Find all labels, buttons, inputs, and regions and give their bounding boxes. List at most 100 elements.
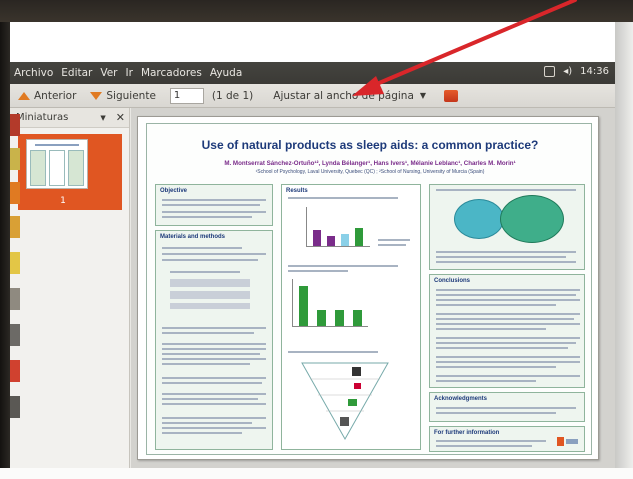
text-line: [162, 427, 266, 429]
clock[interactable]: 14:36: [580, 66, 609, 77]
launcher-icon[interactable]: [10, 288, 20, 310]
text-line: [162, 393, 266, 395]
conclusions-heading: Conclusions: [434, 278, 471, 284]
menu-editar[interactable]: Editar: [61, 67, 92, 79]
text-line: [288, 270, 348, 272]
previous-page-button[interactable]: Anterior: [18, 90, 76, 102]
text-line: [436, 328, 546, 330]
further-info-heading: For further information: [434, 430, 500, 436]
next-label: Siguiente: [106, 89, 156, 102]
sidebar-title[interactable]: Miniaturas: [16, 112, 68, 123]
text-line: [162, 348, 266, 350]
photo-bezel-left: [0, 22, 10, 470]
document-viewport[interactable]: Use of natural products as sleep aids: a…: [131, 108, 615, 468]
chart-bar: [335, 310, 344, 326]
chart-bar: [313, 230, 321, 246]
text-line: [436, 375, 580, 377]
photo-bezel-right: [615, 22, 633, 470]
screen: Archivo Editar Ver Ir Marcadores Ayuda ◂…: [10, 62, 615, 468]
chart-bar: [341, 234, 349, 246]
further-info-box: For further information: [429, 426, 585, 452]
figure-box: [429, 184, 585, 270]
bookmark-icon[interactable]: [444, 89, 459, 102]
launcher-icon[interactable]: [10, 252, 20, 274]
text-line: [288, 265, 398, 267]
thumbnail-preview: [26, 139, 88, 189]
launcher-icon[interactable]: [10, 148, 20, 170]
sidebar-header: Miniaturas ▼ ✕: [10, 108, 129, 128]
next-page-button[interactable]: Siguiente: [90, 90, 156, 102]
close-icon[interactable]: ✕: [116, 111, 125, 124]
text-line: [162, 343, 266, 345]
thumb-col-1: [30, 150, 46, 186]
keyboard-icon[interactable]: [544, 66, 556, 77]
text-line: [162, 216, 252, 218]
text-line: [436, 342, 576, 344]
text-line: [162, 403, 266, 405]
launcher-icon[interactable]: [10, 114, 20, 136]
text-line: [162, 353, 260, 355]
chevron-down-icon[interactable]: ▼: [100, 114, 105, 122]
chart-bar: [353, 310, 362, 326]
menu-ayuda[interactable]: Ayuda: [210, 67, 242, 79]
results-chart-1: [306, 207, 370, 247]
text-line: [436, 366, 556, 368]
text-line: [436, 440, 546, 442]
next-arrow-icon: [90, 91, 103, 100]
volume-icon[interactable]: ◂): [563, 66, 572, 77]
text-line: [162, 247, 242, 249]
text-line: [162, 211, 266, 213]
system-indicators: ◂) 14:36: [544, 66, 609, 77]
text-line: [436, 261, 576, 263]
launcher-icon[interactable]: [10, 216, 20, 238]
results-box: Results: [281, 184, 421, 450]
menu-marcadores[interactable]: Marcadores: [141, 67, 202, 79]
text-line: [162, 377, 266, 379]
text-line: [436, 412, 556, 414]
text-line: [162, 259, 258, 261]
launcher-icon[interactable]: [10, 182, 20, 204]
materials-heading: Materials and methods: [160, 234, 226, 240]
acknowledgments-box: Acknowledgments: [429, 392, 585, 422]
results-heading: Results: [286, 188, 308, 194]
table-block: [170, 279, 250, 287]
text-line: [162, 199, 266, 201]
text-line: [436, 337, 580, 339]
zoom-label: Ajustar al ancho de página: [273, 89, 414, 102]
poster-content: Use of natural products as sleep aids: a…: [146, 123, 592, 455]
page-number-input[interactable]: 1: [169, 87, 204, 104]
launcher-icon[interactable]: [10, 360, 20, 382]
objective-heading: Objective: [160, 188, 188, 194]
menubar: Archivo Editar Ver Ir Marcadores Ayuda ◂…: [10, 62, 615, 84]
objective-box: Objective: [155, 184, 273, 226]
menu-ver[interactable]: Ver: [100, 67, 117, 79]
text-line: [378, 239, 410, 241]
chart-bar: [299, 286, 308, 326]
text-line: [436, 189, 576, 191]
text-line: [436, 347, 568, 349]
text-line: [162, 204, 260, 206]
previous-label: Anterior: [34, 89, 77, 102]
page-thumbnail-selected[interactable]: 1: [18, 134, 122, 210]
thumb-col-2: [49, 150, 65, 186]
text-line: [436, 256, 566, 258]
table-block: [170, 291, 250, 299]
text-line: [436, 289, 580, 291]
menu-ir[interactable]: Ir: [126, 67, 133, 79]
launcher-icon[interactable]: [10, 324, 20, 346]
text-line: [436, 304, 556, 306]
poster-title: Use of natural products as sleep aids: a…: [201, 138, 539, 152]
launcher-icon[interactable]: [10, 396, 20, 418]
text-line: [288, 351, 378, 353]
results-chart-2: [292, 279, 368, 327]
launcher-strip: [10, 62, 20, 468]
text-line: [436, 299, 580, 301]
thumb-col-3: [68, 150, 84, 186]
zoom-select[interactable]: Ajustar al ancho de página ▼: [273, 90, 426, 102]
text-line: [436, 445, 532, 447]
text-line: [162, 382, 262, 384]
logo-mark: [557, 437, 564, 446]
text-line: [162, 422, 252, 424]
thumbnail-page-number: 1: [60, 196, 66, 206]
thumb-title-line: [35, 144, 79, 146]
